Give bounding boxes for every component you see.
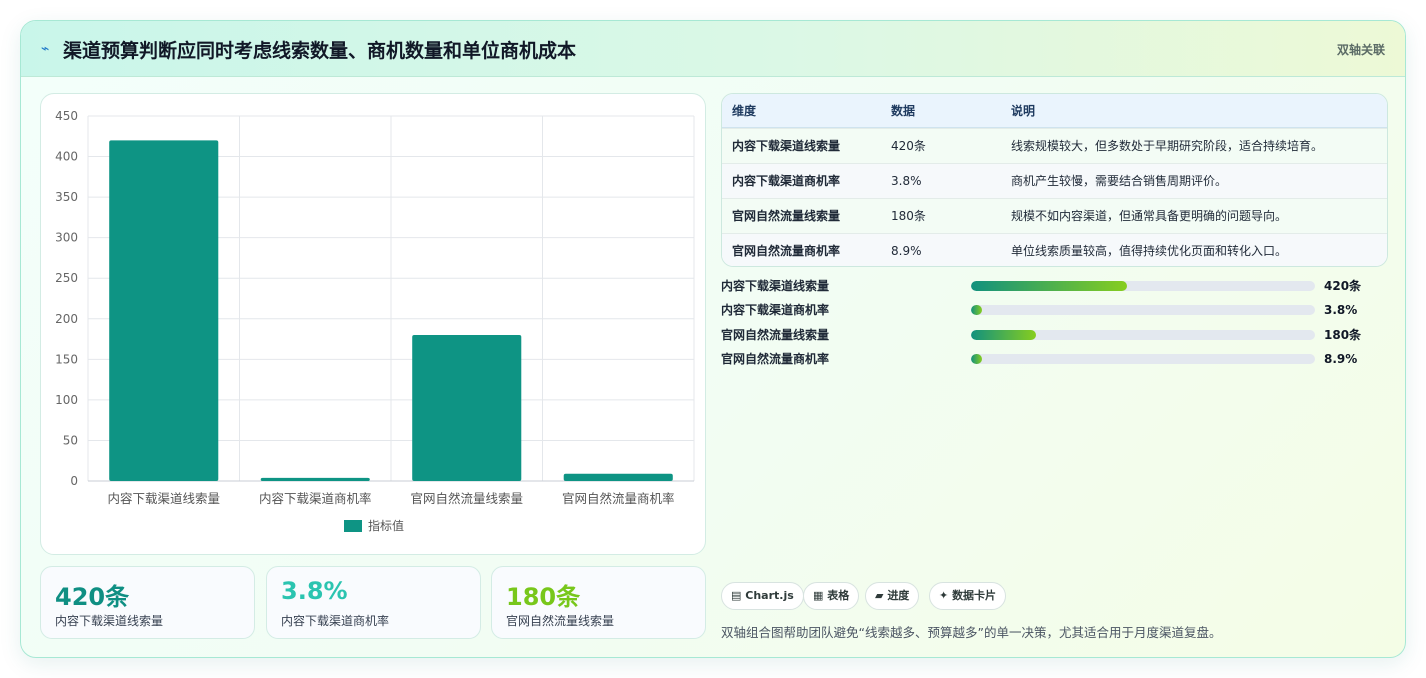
legend-swatch: [344, 520, 362, 532]
table-header-row: 维度 数据 说明: [722, 94, 1387, 128]
footer-note: 双轴组合图帮助团队避免“线索越多、预算越多”的单一决策，尤其适合用于月度渠道复盘…: [721, 625, 1222, 640]
progress-fill: [971, 305, 983, 315]
x-tick-label: 官网自然流量商机率: [562, 491, 675, 506]
chip-table[interactable]: ▦ 表格: [803, 582, 860, 610]
card-header: ⌁ 渠道预算判断应同时考虑线索数量、商机数量和单位商机成本 双轴关联: [21, 21, 1405, 77]
table-cell-dimension: 内容下载渠道商机率: [732, 174, 841, 188]
y-tick-label: 100: [55, 393, 78, 407]
y-tick-label: 0: [70, 474, 78, 488]
bar: [260, 477, 370, 481]
stat-label: 官网自然流量线索量: [506, 614, 615, 628]
table-header-dimension: 维度: [732, 104, 757, 118]
bar: [412, 335, 522, 481]
legend-label: 指标值: [368, 518, 404, 533]
table-cell-note: 单位线索质量较高，值得持续优化页面和转化入口。: [1011, 244, 1288, 258]
progress-fill: [971, 354, 983, 364]
progress-label: 官网自然流量商机率: [721, 352, 830, 366]
table-cell-data: 3.8%: [891, 174, 922, 188]
dual-axis-tag: 双轴关联: [1336, 43, 1385, 57]
table-row: 官网自然流量商机率 8.9% 单位线索质量较高，值得持续优化页面和转化入口。: [722, 233, 1387, 266]
table-cell-data: 8.9%: [891, 244, 922, 258]
chip-label: 进度: [887, 589, 910, 602]
progress-track: [971, 281, 1315, 291]
table-header-data: 数据: [891, 104, 916, 118]
table-cell-note: 商机产生较慢，需要结合销售周期评价。: [1011, 174, 1228, 188]
table-cell-dimension: 官网自然流量商机率: [732, 244, 841, 258]
y-tick-label: 250: [55, 271, 78, 285]
bar: [109, 140, 219, 482]
progress-label: 官网自然流量线索量: [721, 328, 830, 342]
y-tick-label: 50: [63, 433, 78, 447]
progress-track: [971, 305, 1315, 315]
data-table: 维度 数据 说明 内容下载渠道线索量 420条 线索规模较大，但多数处于早期研究…: [721, 93, 1388, 267]
x-tick-label: 官网自然流量线索量: [410, 491, 523, 506]
bar-chart: 0 50 100 150 200 250 300 350 400 450 内容下载渠道线索量 内容下载…: [55, 109, 695, 533]
progress-row: 内容下载渠道线索量 420条: [721, 277, 1388, 295]
table-cell-dimension: 内容下载渠道线索量: [732, 139, 841, 153]
y-tick-label: 300: [55, 231, 78, 245]
stat-card-organic-leads: 180条 官网自然流量线索量: [491, 566, 706, 639]
progress-label: 内容下载渠道商机率: [721, 303, 830, 317]
y-tick-label: 400: [55, 150, 78, 164]
chip-data-card[interactable]: ✦ 数据卡片: [929, 582, 1007, 610]
progress-fill: [971, 281, 1127, 291]
y-tick-label: 450: [55, 109, 78, 123]
progress-row: 官网自然流量商机率 8.9%: [721, 350, 1388, 368]
progress-icon: ▰: [875, 589, 884, 602]
table-cell-data: 180条: [891, 209, 926, 223]
chip-label: Chart.js: [745, 589, 794, 602]
progress-value: 8.9%: [1324, 352, 1358, 366]
progress-row: 官网自然流量线索量 180条: [721, 326, 1388, 344]
chip-label: 数据卡片: [952, 589, 997, 602]
y-tick-label: 150: [55, 352, 78, 366]
dashboard-card: ⌁ 渠道预算判断应同时考虑线索数量、商机数量和单位商机成本 双轴关联 0 50 10…: [20, 20, 1406, 658]
progress-value: 420条: [1324, 279, 1362, 293]
table-cell-note: 规模不如内容渠道，但通常具备更明确的问题导向。: [1011, 209, 1288, 223]
table-cell-dimension: 官网自然流量线索量: [732, 209, 841, 223]
sparkle-icon: ✦: [939, 589, 949, 602]
table-cell-data: 420条: [891, 139, 926, 153]
table-row: 内容下载渠道商机率 3.8% 商机产生较慢，需要结合销售周期评价。: [722, 163, 1387, 198]
chip-progress[interactable]: ▰ 进度: [865, 582, 920, 610]
progress-value: 180条: [1324, 328, 1362, 342]
stat-label: 内容下载渠道商机率: [281, 614, 390, 628]
progress-row: 内容下载渠道商机率 3.8%: [721, 301, 1388, 319]
table-row: 官网自然流量线索量 180条 规模不如内容渠道，但通常具备更明确的问题导向。: [722, 198, 1387, 233]
table-row: 内容下载渠道线索量 420条 线索规模较大，但多数处于早期研究阶段，适合持续培育…: [722, 128, 1387, 163]
progress-track: [971, 330, 1315, 340]
stat-card-content-leads: 420条 内容下载渠道线索量: [40, 566, 255, 639]
progress-track: [971, 354, 1315, 364]
stat-value: 3.8%: [281, 577, 348, 605]
stat-card-content-rate: 3.8% 内容下载渠道商机率: [266, 566, 481, 639]
chip-chartjs[interactable]: ▤ Chart.js: [721, 582, 804, 610]
chart-icon: ▤: [731, 589, 742, 602]
y-tick-label: 200: [55, 312, 78, 326]
stat-value: 180条: [506, 583, 581, 611]
progress-value: 3.8%: [1324, 303, 1358, 317]
stat-value: 420条: [55, 583, 130, 611]
stat-label: 内容下载渠道线索量: [55, 614, 164, 628]
y-tick-label: 350: [55, 190, 78, 204]
bar-chart-panel: 0 50 100 150 200 250 300 350 400 450 内容下载渠道线索量 内容下载…: [40, 93, 706, 555]
table-header-note: 说明: [1011, 104, 1036, 118]
page-title: 渠道预算判断应同时考虑线索数量、商机数量和单位商机成本: [63, 40, 577, 62]
chip-label: 表格: [827, 589, 850, 602]
progress-fill: [971, 330, 1036, 340]
sparkline-icon: ⌁: [41, 41, 50, 57]
progress-label: 内容下载渠道线索量: [721, 279, 830, 293]
table-cell-note: 线索规模较大，但多数处于早期研究阶段，适合持续培育。: [1011, 139, 1324, 153]
bar: [563, 473, 673, 481]
x-tick-label: 内容下载渠道商机率: [259, 491, 372, 506]
table-icon: ▦: [813, 589, 824, 602]
x-tick-label: 内容下载渠道线索量: [107, 491, 220, 506]
